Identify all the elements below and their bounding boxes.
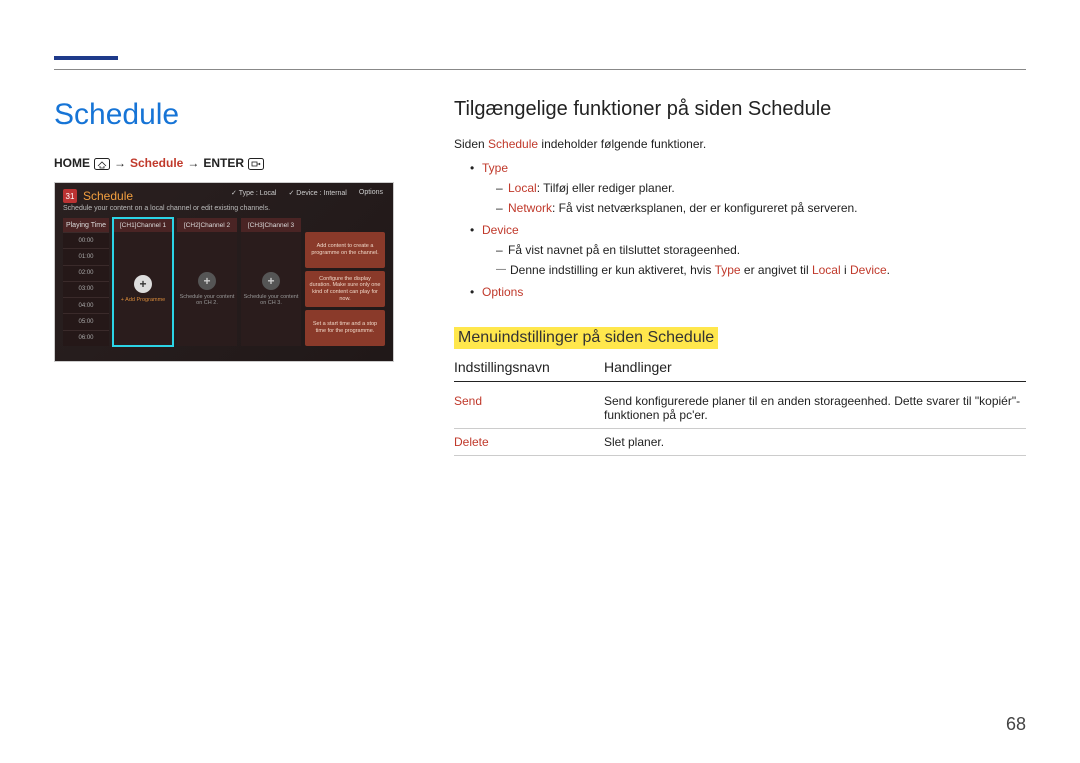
channel-label: Schedule your content on CH 2. — [177, 294, 237, 306]
subsection-heading-wrap: Menuindstillinger på siden Schedule — [454, 315, 1026, 359]
playing-time-header: Playing Time — [63, 218, 109, 232]
list-item-device: Device Få vist navnet på en tilsluttet s… — [470, 221, 1026, 279]
section-heading: Tilgængelige funktioner på siden Schedul… — [454, 98, 1026, 121]
time-column: Playing Time 00:00 01:00 02:00 03:00 04:… — [63, 218, 109, 346]
channel-body: + Schedule your content on CH 2. — [177, 232, 237, 346]
breadcrumb-home: HOME — [54, 156, 90, 170]
header-accent-bar — [54, 56, 118, 60]
screenshot-title: Schedule — [83, 189, 133, 203]
list-item-local: Local: Tilføj eller rediger planer. — [496, 179, 1026, 197]
time-slot: 04:00 — [63, 297, 109, 313]
arrow-icon: → — [114, 156, 126, 170]
screenshot-grid: Playing Time 00:00 01:00 02:00 03:00 04:… — [63, 218, 385, 346]
list-item-options: Options — [470, 283, 1026, 301]
right-column: Tilgængelige funktioner på siden Schedul… — [454, 98, 1026, 456]
highlight-schedule: Schedule — [488, 137, 538, 151]
screenshot-type-badge: ✓ Type : Local — [231, 189, 276, 197]
list-item-network: Network: Få vist netværksplanen, der er … — [496, 199, 1026, 217]
plus-icon: + — [262, 272, 280, 290]
left-column: Schedule HOME → Schedule → ENTER ✓ Type … — [54, 98, 394, 456]
list-item-type: Type Local: Tilføj eller rediger planer.… — [470, 159, 1026, 217]
time-slot: 00:00 — [63, 232, 109, 248]
time-slot: 02:00 — [63, 265, 109, 281]
time-slot: 06:00 — [63, 330, 109, 346]
channel-column-1: [CH1]Channel 1 + + Add Programme — [113, 218, 173, 346]
instruction-cards: Add content to create a programme on the… — [305, 232, 385, 346]
type-label: Type — [482, 161, 508, 175]
instruction-card: Configure the display duration. Make sur… — [305, 271, 385, 307]
device-label: Device — [482, 223, 519, 237]
channel-column-3: [CH3]Channel 3 + Schedule your content o… — [241, 218, 301, 346]
table-row: Send Send konfigurerede planer til en an… — [454, 388, 1026, 429]
screenshot-device-badge: ✓ Device : Internal — [288, 189, 346, 197]
table-row: Delete Slet planer. — [454, 429, 1026, 456]
screenshot-top-controls: ✓ Type : Local ✓ Device : Internal Optio… — [231, 189, 383, 197]
page-number: 68 — [1006, 714, 1026, 735]
enter-icon — [248, 156, 264, 170]
page-content: Schedule HOME → Schedule → ENTER ✓ Type … — [54, 98, 1026, 456]
options-table: Indstillingsnavn Handlinger Send Send ko… — [454, 359, 1026, 456]
channel-label: Schedule your content on CH 3. — [241, 294, 301, 306]
channel-header: [CH1]Channel 1 — [113, 218, 173, 232]
header-rule — [54, 69, 1026, 70]
network-label: Network — [508, 201, 552, 215]
channel-body: + Schedule your content on CH 3. — [241, 232, 301, 346]
device-note: Denne indstilling er kun aktiveret, hvis… — [482, 261, 1026, 279]
subsection-heading: Menuindstillinger på siden Schedule — [454, 327, 718, 349]
intro-text: Siden Schedule indeholder følgende funkt… — [454, 135, 1026, 153]
feature-list: Type Local: Tilføj eller rediger planer.… — [454, 159, 1026, 301]
instruction-card: Add content to create a programme on the… — [305, 232, 385, 268]
time-slot: 01:00 — [63, 248, 109, 264]
time-slot: 05:00 — [63, 313, 109, 329]
screenshot-subtitle: Schedule your content on a local channel… — [63, 205, 385, 212]
time-slot: 03:00 — [63, 281, 109, 297]
row-name: Send — [454, 394, 604, 422]
breadcrumb-enter: ENTER — [203, 156, 244, 170]
calendar-icon: 31 — [63, 189, 77, 203]
channel-body: + + Add Programme — [113, 232, 173, 346]
table-header-action: Handlinger — [604, 359, 1026, 375]
breadcrumb-schedule: Schedule — [130, 156, 183, 170]
row-action: Send konfigurerede planer til en anden s… — [604, 394, 1026, 422]
channel-header: [CH2]Channel 2 — [177, 218, 237, 232]
type-sublist: Local: Tilføj eller rediger planer. Netw… — [482, 179, 1026, 217]
plus-icon: + — [198, 272, 216, 290]
channel-header: [CH3]Channel 3 — [241, 218, 301, 232]
row-action: Slet planer. — [604, 435, 1026, 449]
home-icon — [94, 156, 110, 170]
row-name: Delete — [454, 435, 604, 449]
channel-column-2: [CH2]Channel 2 + Schedule your content o… — [177, 218, 237, 346]
channel-label: + Add Programme — [119, 297, 167, 303]
table-header-name: Indstillingsnavn — [454, 359, 604, 375]
screenshot-options-label: Options — [359, 189, 383, 197]
local-label: Local — [508, 181, 537, 195]
page-title: Schedule — [54, 98, 394, 132]
schedule-app-screenshot: ✓ Type : Local ✓ Device : Internal Optio… — [54, 182, 394, 362]
device-sublist: Få vist navnet på en tilsluttet storagee… — [482, 241, 1026, 259]
list-item-device-desc: Få vist navnet på en tilsluttet storagee… — [496, 241, 1026, 259]
plus-icon: + — [134, 275, 152, 293]
breadcrumb: HOME → Schedule → ENTER — [54, 156, 394, 170]
arrow-icon: → — [187, 156, 199, 170]
table-header-row: Indstillingsnavn Handlinger — [454, 359, 1026, 382]
instruction-card: Set a start time and a stop time for the… — [305, 310, 385, 346]
options-label: Options — [482, 285, 523, 299]
